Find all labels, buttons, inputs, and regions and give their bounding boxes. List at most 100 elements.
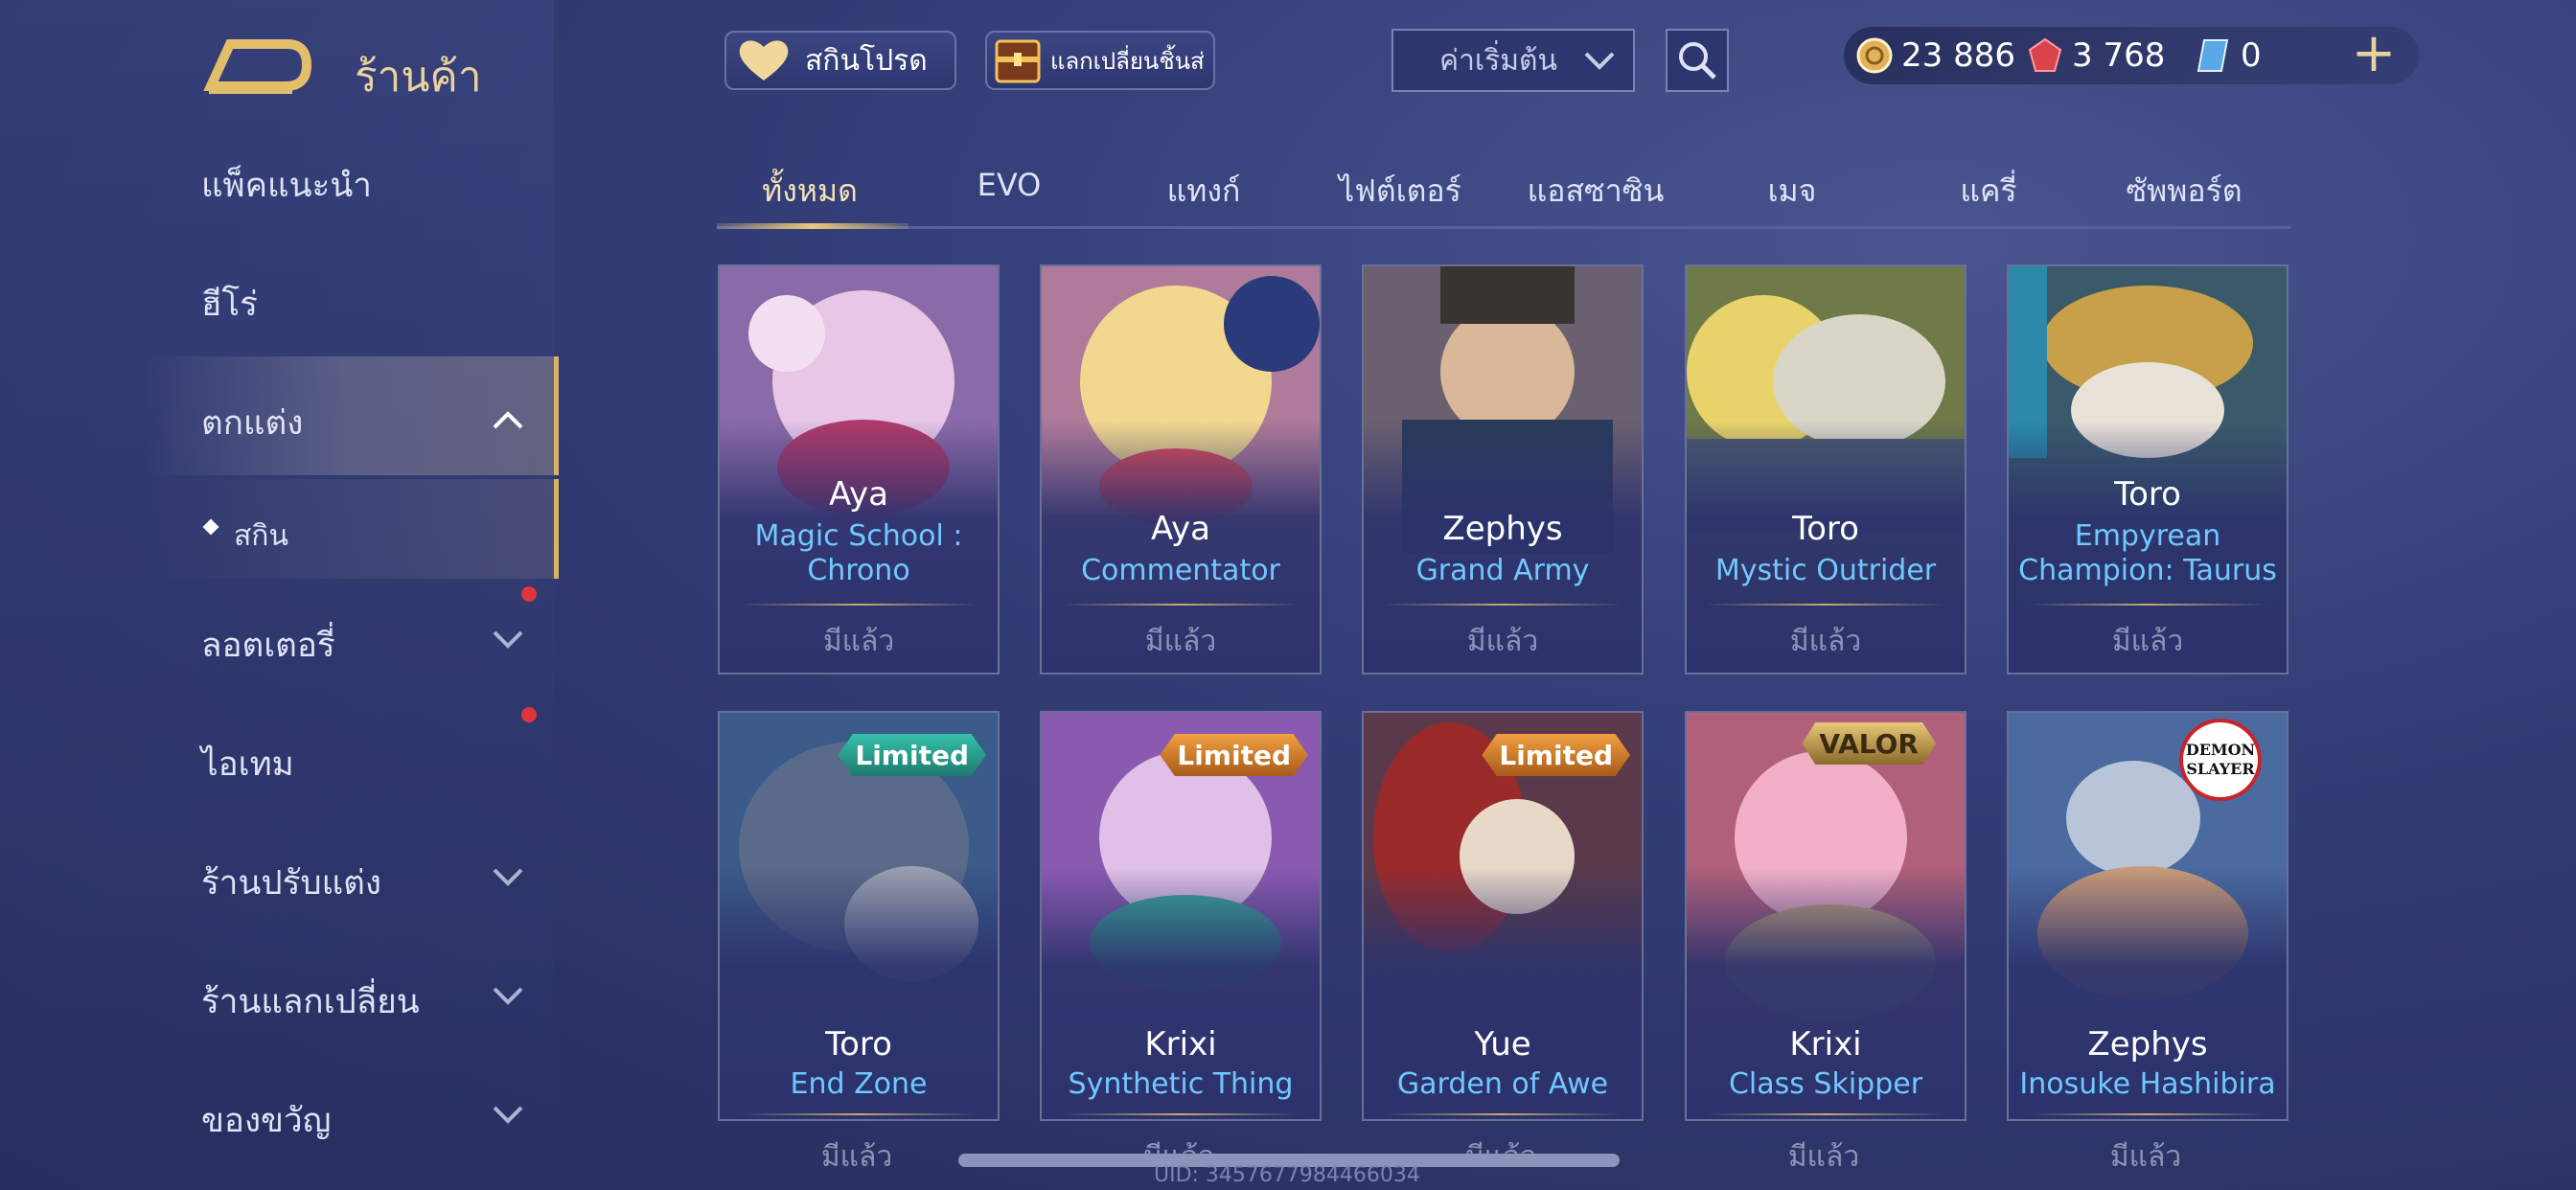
notification-dot: [521, 707, 537, 722]
hero-name: Zephys: [2087, 1025, 2208, 1064]
chevron-down-icon[interactable]: [491, 977, 525, 1012]
favorite-skins-button[interactable]: สกินโปรด: [724, 31, 956, 90]
skin-card[interactable]: Aya Commentator มีแล้ว: [1040, 264, 1322, 675]
page-title: ร้านค้า: [355, 53, 482, 102]
valor-badge: VALOR: [1802, 722, 1936, 765]
skin-name: Mystic Outrider: [1714, 554, 1937, 587]
gold-amount: 23 886: [1901, 36, 2015, 75]
skin-card[interactable]: Zephys Grand Army มีแล้ว: [1362, 264, 1644, 675]
skin-card[interactable]: Toro Mystic Outrider มีแล้ว: [1685, 264, 1966, 675]
limited-badge: Limited: [838, 734, 986, 776]
owned-status: มีแล้ว: [820, 1140, 893, 1174]
hero-name: Toro: [2114, 475, 2181, 514]
exchange-shards-label: แลกเปลี่ยนชิ้นส่: [1050, 47, 1205, 75]
sidebar-item-exchange-shop[interactable]: ร้านแลกเปลี่ยน: [201, 975, 420, 1028]
gold-coin-icon: [1856, 37, 1893, 74]
back-arrow-icon: [203, 39, 312, 94]
skin-name: Inosuke Hashibira: [2019, 1067, 2276, 1101]
hero-name: Aya: [1151, 510, 1210, 548]
sidebar-item-skins[interactable]: สกิน: [234, 514, 288, 559]
skin-card[interactable]: VALOR Krixi Class Skipper: [1685, 711, 1966, 1121]
sort-dropdown[interactable]: ค่าเริ่มต้น: [1392, 29, 1635, 92]
search-button[interactable]: [1666, 29, 1729, 92]
voucher-amount: 3 768: [2072, 36, 2166, 75]
sidebar-item-decor[interactable]: ตกแต่ง: [201, 397, 303, 449]
heart-icon: [739, 40, 789, 80]
sidebar-item-recommended[interactable]: แพ็คแนะนำ: [201, 159, 372, 212]
skin-name: Commentator: [1081, 554, 1280, 587]
red-gem-icon: [2028, 37, 2062, 72]
active-tab-underline: [717, 223, 908, 229]
skin-name: Magic School :: [754, 519, 963, 553]
skin-card[interactable]: Limited Krixi Synthetic Thing: [1040, 711, 1322, 1121]
skin-card[interactable]: Limited Toro End Zone: [718, 711, 1000, 1121]
sort-value: ค่าเริ่มต้น: [1439, 43, 1558, 78]
limited-badge: Limited: [1160, 734, 1308, 776]
tab-fighter[interactable]: ไฟต์เตอร์: [1309, 167, 1491, 216]
card-divider: [739, 604, 978, 606]
hero-name: Krixi: [1789, 1025, 1862, 1064]
owned-status: มีแล้ว: [822, 625, 895, 658]
tab-support[interactable]: ซัพพอร์ต: [2093, 167, 2275, 216]
skin-name-line2: Champion: Taurus: [2018, 554, 2277, 587]
tab-all[interactable]: ทั้งหมด: [719, 167, 901, 216]
sidebar-item-items[interactable]: ไอเทม: [201, 738, 294, 790]
card-divider: [1706, 604, 1945, 606]
card-divider: [1383, 604, 1622, 606]
hero-name: Toro: [1792, 510, 1859, 548]
owned-status: มีแล้ว: [1789, 625, 1862, 658]
favorite-skins-label: สกินโปรด: [805, 43, 928, 78]
chevron-down-icon[interactable]: [491, 858, 525, 893]
chevron-up-icon[interactable]: [491, 402, 525, 437]
card-divider: [1706, 1113, 1945, 1115]
tab-carry[interactable]: แครี่: [1898, 167, 2080, 216]
owned-status: มีแล้ว: [2111, 625, 2184, 658]
skin-name: Synthetic Thing: [1068, 1067, 1294, 1101]
owned-status: มีแล้ว: [2109, 1140, 2182, 1174]
card-divider: [2028, 604, 2267, 606]
tab-tank[interactable]: แทงก์: [1113, 167, 1295, 216]
hero-name: Yue: [1474, 1025, 1531, 1064]
skin-card[interactable]: Toro Empyrean Champion: Taurus มีแล้ว: [2007, 264, 2288, 675]
voucher-currency: 3 768: [2026, 36, 2165, 75]
chevron-down-icon[interactable]: [491, 621, 525, 655]
card-divider: [739, 1113, 978, 1115]
exchange-shards-button[interactable]: แลกเปลี่ยนชิ้นส่: [985, 31, 1215, 90]
skin-card[interactable]: Limited Yue Garden of Awe: [1362, 711, 1644, 1121]
sidebar-item-gifts[interactable]: ของขวัญ: [201, 1094, 331, 1147]
owned-status: มีแล้ว: [1144, 625, 1217, 658]
owned-status: มีแล้ว: [1466, 625, 1539, 658]
skin-card[interactable]: Aya Magic School : Chrono มีแล้ว: [718, 264, 1000, 675]
demon-slayer-logo: DEMON SLAYER: [2179, 719, 2262, 801]
user-id: UID: 3457677984466034: [1154, 1163, 1420, 1187]
skin-name: Grand Army: [1415, 554, 1590, 587]
sidebar-item-lottery[interactable]: ลอตเตอรี่: [201, 619, 335, 672]
card-divider: [1383, 1113, 1622, 1115]
chevron-down-icon[interactable]: [491, 1096, 525, 1131]
sidebar-item-customize-shop[interactable]: ร้านปรับแต่ง: [201, 857, 381, 909]
gold-currency: 23 886: [1855, 36, 2015, 75]
card-divider: [1061, 1113, 1300, 1115]
card-divider: [1061, 604, 1300, 606]
skin-name: Empyrean: [2074, 519, 2221, 553]
tab-mage[interactable]: เมจ: [1701, 167, 1883, 216]
card-divider: [2028, 1113, 2267, 1115]
skin-name-line2: Chrono: [807, 554, 910, 587]
tab-evo[interactable]: EVO: [918, 167, 1100, 203]
tab-assassin[interactable]: แอสซาซิน: [1505, 167, 1687, 216]
skin-name: Class Skipper: [1728, 1067, 1923, 1101]
blue-ticket-icon: [2196, 39, 2229, 72]
chevron-down-icon: [1584, 52, 1615, 70]
treasure-chest-icon: [995, 39, 1041, 83]
hero-name: Krixi: [1144, 1025, 1217, 1064]
notification-dot: [521, 586, 537, 602]
plus-icon: +: [2351, 22, 2397, 84]
skin-card[interactable]: DEMON SLAYER Zephys Inosuke Hashibira: [2007, 711, 2288, 1121]
add-currency-button[interactable]: +: [2350, 27, 2398, 84]
sidebar-item-heroes[interactable]: ฮีโร่: [201, 278, 258, 331]
token-currency: 0: [2195, 36, 2262, 75]
owned-status: มีแล้ว: [1787, 1140, 1860, 1174]
category-tabs: ทั้งหมด EVO แทงก์ ไฟต์เตอร์ แอสซาซิน เมจ…: [717, 153, 2290, 229]
back-button[interactable]: [201, 38, 312, 96]
limited-badge: Limited: [1482, 734, 1630, 776]
